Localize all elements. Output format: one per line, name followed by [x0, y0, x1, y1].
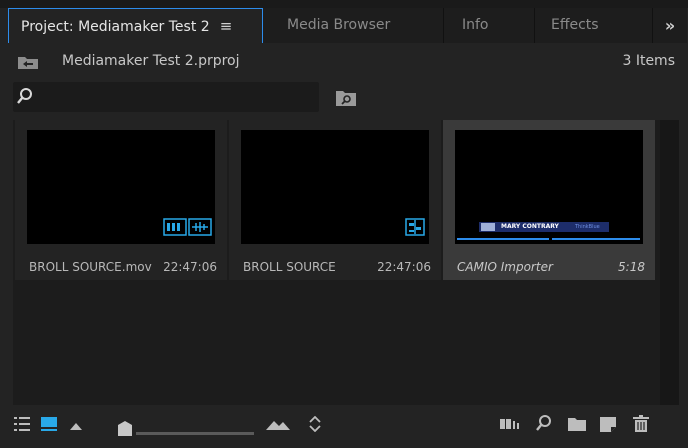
- sort-icon[interactable]: [309, 416, 321, 432]
- graphic-lower-third-thumbnail: MARY CONTRARY ThinkBlue: [479, 222, 609, 232]
- new-bin-icon[interactable]: [568, 418, 586, 431]
- project-file-name: Mediamaker Test 2.prproj: [62, 53, 240, 69]
- tab-project[interactable]: Project: Mediamaker Test 2 ≡: [8, 8, 263, 43]
- tab-bar: Project: Mediamaker Test 2 ≡ Media Browse…: [8, 8, 687, 43]
- bottom-toolbar: [8, 408, 687, 442]
- in-bin-search-icon[interactable]: [336, 90, 356, 106]
- zoom-slider-thumb[interactable]: [118, 421, 132, 436]
- items-count: 3 Items: [622, 53, 675, 69]
- item-name: BROLL SOURCE.mov: [29, 260, 152, 274]
- sequence-icon: [405, 218, 425, 236]
- item-thumbnail: [27, 130, 215, 244]
- item-duration: 5:18: [618, 260, 645, 274]
- thumbnail-scrub-bar: [457, 238, 549, 240]
- lower-third-name: MARY CONTRARY: [501, 223, 559, 230]
- thumbnail-scrub-bar: [552, 238, 640, 240]
- clip-video-audio-icon: [163, 218, 212, 236]
- item-duration: 22:47:06: [163, 260, 217, 274]
- item-name: CAMIO Importer: [457, 260, 553, 274]
- tab-effects[interactable]: Effects: [535, 8, 653, 43]
- top-frame: [0, 0, 688, 8]
- navigate-up-icon[interactable]: [18, 55, 38, 69]
- zoom-in-icon[interactable]: [266, 420, 290, 430]
- lower-third-tag: ThinkBlue: [575, 224, 600, 230]
- zoom-out-icon[interactable]: [70, 422, 82, 430]
- new-item-icon[interactable]: [600, 417, 616, 432]
- automate-to-sequence-icon[interactable]: [500, 418, 522, 430]
- tab-media-browser[interactable]: Media Browser: [263, 8, 444, 43]
- trash-icon[interactable]: [633, 415, 649, 432]
- tab-project-label: Project: Mediamaker Test 2: [21, 19, 210, 35]
- item-thumbnail: [241, 130, 429, 244]
- tab-overflow-icon[interactable]: »: [653, 8, 687, 43]
- item-name: BROLL SOURCE: [243, 260, 336, 274]
- search-input[interactable]: [13, 82, 319, 112]
- search-icon: [17, 88, 32, 104]
- item-thumbnail: MARY CONTRARY ThinkBlue: [455, 130, 643, 244]
- project-item[interactable]: BROLL SOURCE 22:47:06: [229, 120, 441, 280]
- tab-media-browser-label: Media Browser: [287, 17, 391, 33]
- project-items-grid: BROLL SOURCE.mov 22:47:06 BROLL SOURCE 2…: [13, 120, 660, 405]
- tab-info-label: Info: [462, 17, 489, 33]
- project-item[interactable]: BROLL SOURCE.mov 22:47:06: [15, 120, 227, 280]
- tab-effects-label: Effects: [551, 17, 599, 33]
- project-panel: Project: Mediamaker Test 2 ≡ Media Browse…: [8, 8, 687, 446]
- item-duration: 22:47:06: [377, 260, 431, 274]
- icon-view-icon[interactable]: [41, 417, 57, 431]
- project-path-row: Mediamaker Test 2.prproj 3 Items: [8, 52, 687, 74]
- vertical-scrollbar[interactable]: [660, 120, 679, 405]
- list-view-icon[interactable]: [14, 417, 30, 431]
- zoom-slider-track[interactable]: [136, 432, 254, 435]
- panel-menu-icon[interactable]: ≡: [220, 17, 233, 35]
- find-icon[interactable]: [535, 414, 553, 434]
- project-item-selected[interactable]: MARY CONTRARY ThinkBlue CAMIO Importer 5…: [443, 120, 655, 280]
- tab-info[interactable]: Info: [444, 8, 535, 43]
